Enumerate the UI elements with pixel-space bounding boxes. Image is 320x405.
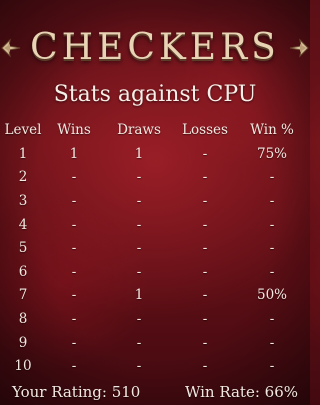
draws-cell: 1 — [134, 287, 144, 304]
wins-cell: - — [71, 287, 77, 304]
win-percent-cell: - — [269, 263, 275, 280]
losses-cell: - — [202, 192, 208, 209]
draws-cell: - — [136, 310, 142, 327]
header-win-percent: Win % — [250, 122, 294, 138]
win-percent-cell: 75% — [256, 145, 287, 162]
win-percent-cell: - — [269, 192, 275, 209]
level-cell: 7 — [18, 287, 28, 304]
game-logo: CHECKERS — [0, 24, 310, 72]
draws-cell: - — [136, 240, 142, 257]
table-row: 1 1 1 - 75% — [4, 142, 306, 166]
win-percent-cell: 50% — [256, 287, 287, 304]
level-cell: 8 — [18, 310, 28, 327]
table-row: 8 - - - - — [4, 307, 306, 331]
wins-cell: 1 — [69, 145, 79, 162]
draws-cell: - — [136, 358, 142, 375]
losses-cell: - — [202, 216, 208, 233]
header-level: Level — [4, 122, 42, 138]
level-cell: 4 — [18, 216, 28, 233]
draws-cell: - — [136, 216, 142, 233]
win-percent-cell: - — [269, 310, 275, 327]
table-row: 9 - - - - — [4, 331, 306, 355]
draws-cell: - — [136, 169, 142, 186]
wins-cell: - — [71, 358, 77, 375]
level-cell: 10 — [14, 358, 32, 375]
losses-cell: - — [202, 287, 208, 304]
table-row: 6 - - - - — [4, 260, 306, 284]
table-row: 2 - - - - — [4, 166, 306, 190]
losses-cell: - — [202, 310, 208, 327]
wins-cell: - — [71, 192, 77, 209]
losses-cell: - — [202, 169, 208, 186]
header-wins: Wins — [57, 122, 91, 138]
left-fleur-ornament-icon — [1, 38, 21, 58]
draws-cell: - — [136, 263, 142, 280]
wins-cell: - — [71, 216, 77, 233]
level-cell: 5 — [18, 240, 28, 257]
wins-cell: - — [71, 263, 77, 280]
stats-table: Level Wins Draws Losses Win % 1 1 1 - 75… — [4, 118, 306, 378]
wins-cell: - — [71, 334, 77, 351]
table-header-row: Level Wins Draws Losses Win % — [4, 118, 306, 142]
win-percent-cell: - — [269, 169, 275, 186]
table-row: 5 - - - - — [4, 236, 306, 260]
right-fleur-ornament-icon — [289, 38, 309, 58]
table-row: 10 - - - - — [4, 354, 306, 378]
draws-cell: - — [136, 192, 142, 209]
losses-cell: - — [202, 240, 208, 257]
logo-text: CHECKERS — [30, 27, 280, 68]
draws-cell: 1 — [134, 145, 144, 162]
losses-cell: - — [202, 263, 208, 280]
win-percent-cell: - — [269, 358, 275, 375]
win-percent-cell: - — [269, 240, 275, 257]
level-cell: 3 — [18, 192, 28, 209]
level-cell: 9 — [18, 334, 28, 351]
stats-footer: Your Rating: 510 Win Rate: 66% — [12, 383, 298, 401]
table-row: 7 - 1 - 50% — [4, 284, 306, 308]
win-percent-cell: - — [269, 334, 275, 351]
win-rate-label: Win Rate: 66% — [184, 383, 298, 401]
level-cell: 2 — [18, 169, 28, 186]
wins-cell: - — [71, 240, 77, 257]
page-title: Stats against CPU — [53, 82, 257, 107]
losses-cell: - — [202, 358, 208, 375]
stats-screen: { "logo": { "text": "CHECKERS" }, "subti… — [0, 0, 310, 405]
wins-cell: - — [71, 169, 77, 186]
losses-cell: - — [202, 145, 208, 162]
losses-cell: - — [202, 334, 208, 351]
table-row: 3 - - - - — [4, 189, 306, 213]
header-losses: Losses — [182, 122, 228, 138]
draws-cell: - — [136, 334, 142, 351]
win-percent-cell: - — [269, 216, 275, 233]
your-rating-label: Your Rating: 510 — [12, 383, 141, 401]
level-cell: 6 — [18, 263, 28, 280]
wins-cell: - — [71, 310, 77, 327]
header-draws: Draws — [117, 122, 161, 138]
level-cell: 1 — [18, 145, 28, 162]
table-row: 4 - - - - — [4, 213, 306, 237]
